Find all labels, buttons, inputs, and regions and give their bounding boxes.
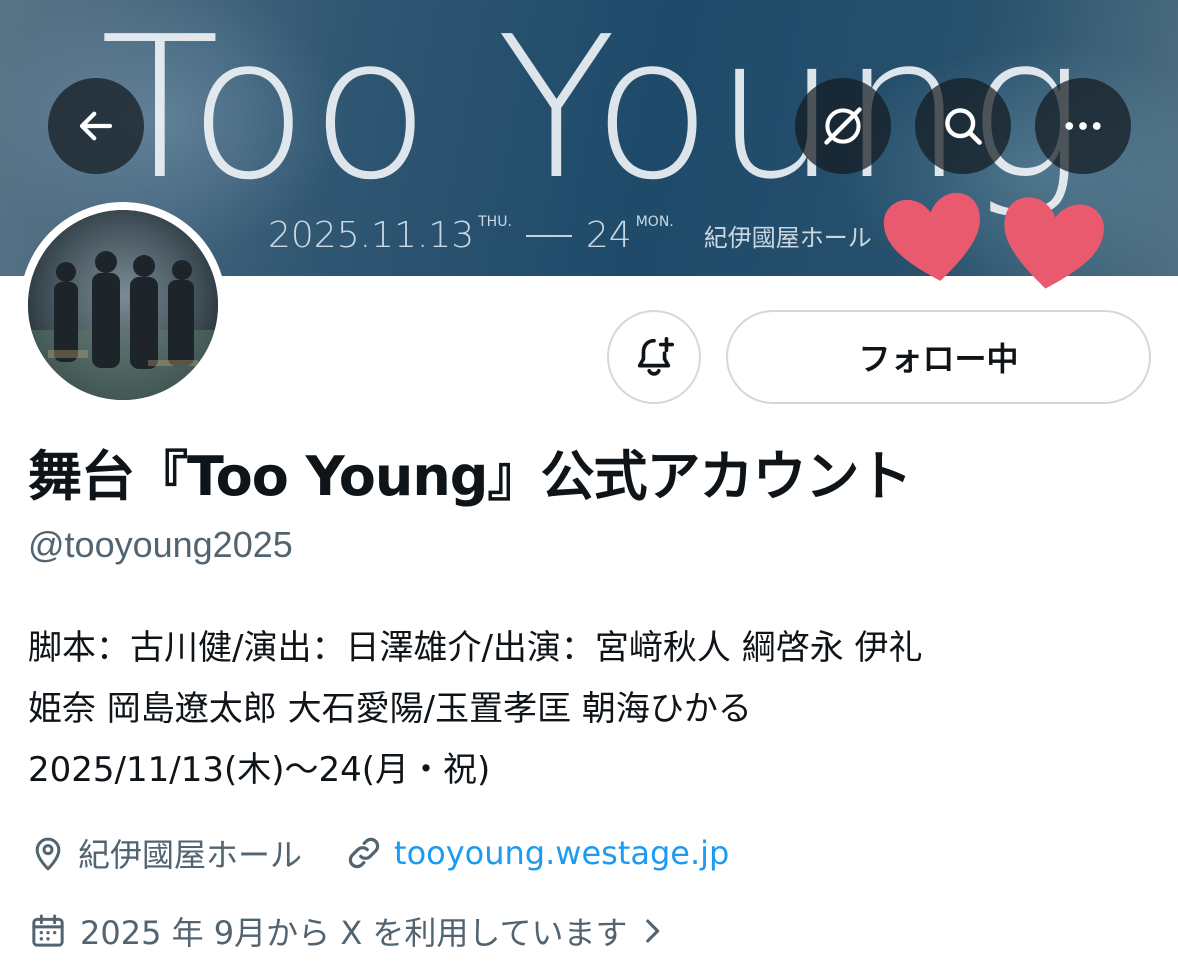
more-button[interactable] bbox=[1035, 78, 1131, 174]
search-button[interactable] bbox=[915, 78, 1011, 174]
grok-icon bbox=[824, 107, 862, 145]
notify-button[interactable] bbox=[607, 310, 701, 404]
profile-bio: 脚本：古川健/演出：日澤雄介/出演：宮﨑秋人 綱啓永 伊礼 姫奈 岡島遼太郎 大… bbox=[28, 618, 1158, 801]
banner-date: 2025.11.13 THU. 24 MON. 紀伊國屋ホール bbox=[268, 214, 872, 258]
bio-line: 2025/11/13(木)～24(月・祝) bbox=[28, 750, 491, 790]
banner-date-start-day: THU. bbox=[478, 214, 512, 230]
back-button[interactable] bbox=[48, 78, 144, 174]
location-text: 紀伊國屋ホール bbox=[78, 836, 303, 874]
heart-sticker-left bbox=[883, 192, 980, 281]
website-link[interactable]: tooyoung.westage.jp bbox=[394, 834, 729, 872]
chevron-right-icon bbox=[646, 919, 660, 943]
calendar-icon bbox=[32, 914, 64, 947]
banner-date-end-day: MON. bbox=[635, 214, 674, 230]
location-pin-icon bbox=[35, 837, 61, 871]
arrow-left-icon bbox=[79, 111, 113, 141]
location-item: 紀伊國屋ホール bbox=[28, 830, 302, 876]
joined-date[interactable]: 2025 年 9月から X を利用しています bbox=[28, 906, 681, 956]
link-icon bbox=[348, 837, 380, 869]
grok-button[interactable] bbox=[795, 78, 891, 174]
bio-line: 姫奈 岡島遼太郎 大石愛陽/玉置孝匡 朝海ひかる bbox=[28, 689, 752, 729]
avatar[interactable] bbox=[28, 210, 218, 400]
banner-venue: 紀伊國屋ホール bbox=[703, 224, 872, 252]
banner-date-start: 2025.11.13 bbox=[268, 215, 475, 256]
username-handle: @tooyoung2025 bbox=[28, 524, 293, 565]
banner-date-end: 24 bbox=[585, 215, 632, 256]
joined-text: 2025 年 9月から X を利用しています bbox=[80, 914, 628, 952]
search-icon bbox=[945, 108, 982, 145]
avatar-image bbox=[28, 210, 218, 400]
website-item[interactable]: tooyoung.westage.jp bbox=[344, 833, 729, 873]
heart-sticker-right bbox=[1004, 197, 1104, 289]
profile-meta: 紀伊國屋ホール tooyoung.westage.jp bbox=[28, 828, 771, 878]
more-horizontal-icon bbox=[1065, 122, 1101, 130]
banner-date-dash bbox=[525, 234, 572, 237]
display-name: 舞台『Too Young』公式アカウント bbox=[28, 445, 912, 508]
bell-plus-icon bbox=[637, 336, 675, 376]
bio-line: 脚本：古川健/演出：日澤雄介/出演：宮﨑秋人 綱啓永 伊礼 bbox=[28, 628, 923, 668]
following-button[interactable]: フォロー中 bbox=[726, 310, 1151, 404]
